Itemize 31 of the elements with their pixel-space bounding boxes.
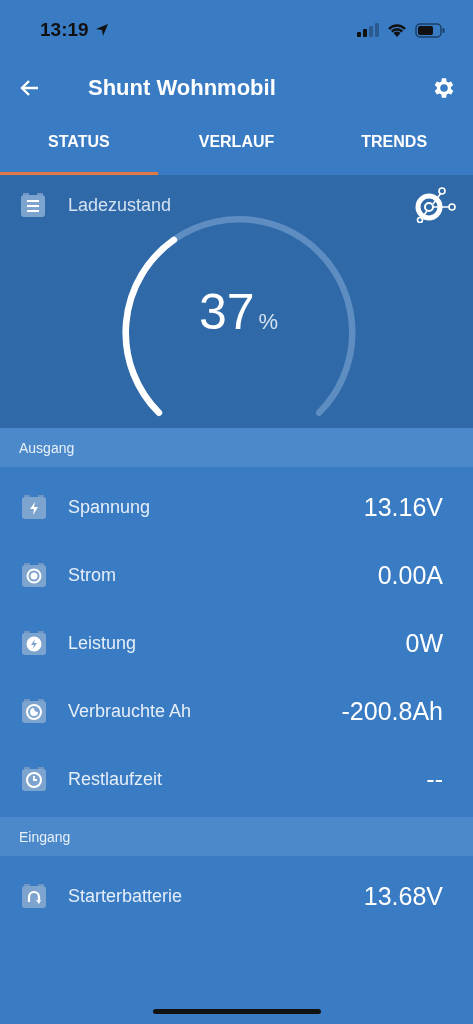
gauge-label: Ladezustand bbox=[68, 194, 172, 216]
section-header: Eingang bbox=[0, 817, 473, 856]
row-value: 13.68V bbox=[363, 881, 443, 911]
clock-icon bbox=[21, 766, 47, 792]
moon-icon bbox=[21, 698, 47, 724]
charge-value: 37 bbox=[198, 283, 255, 341]
row-label: Spannung bbox=[68, 496, 151, 518]
status-time: 13:19 bbox=[40, 19, 89, 41]
screen-title: Shunt Wohnmobil bbox=[88, 74, 276, 101]
tab[interactable]: VERLAUF bbox=[157, 115, 316, 175]
row-value: -200.8Ah bbox=[341, 696, 443, 726]
network-icon[interactable] bbox=[413, 187, 457, 223]
row-label: Strom bbox=[68, 564, 116, 586]
charge-unit: % bbox=[258, 309, 279, 335]
battery-icon bbox=[415, 22, 445, 38]
wifi-icon bbox=[387, 23, 407, 37]
row-value: 0W bbox=[405, 628, 443, 658]
row-label: Restlaufzeit bbox=[68, 768, 163, 790]
row-value: -- bbox=[426, 764, 443, 794]
section-header: Ausgang bbox=[0, 428, 473, 467]
row-label: Leistung bbox=[68, 632, 137, 654]
row-label: Verbrauchte Ah bbox=[68, 700, 192, 722]
tab[interactable]: TRENDS bbox=[315, 115, 473, 175]
row-label: Starterbatterie bbox=[68, 885, 183, 907]
signal-icon bbox=[357, 23, 379, 37]
row-value: 13.16V bbox=[363, 492, 443, 522]
power-icon bbox=[21, 630, 47, 656]
row-value: 0.00A bbox=[377, 560, 443, 590]
cycle-icon bbox=[21, 883, 47, 909]
list-icon bbox=[20, 192, 46, 218]
bolt-icon bbox=[21, 494, 47, 520]
